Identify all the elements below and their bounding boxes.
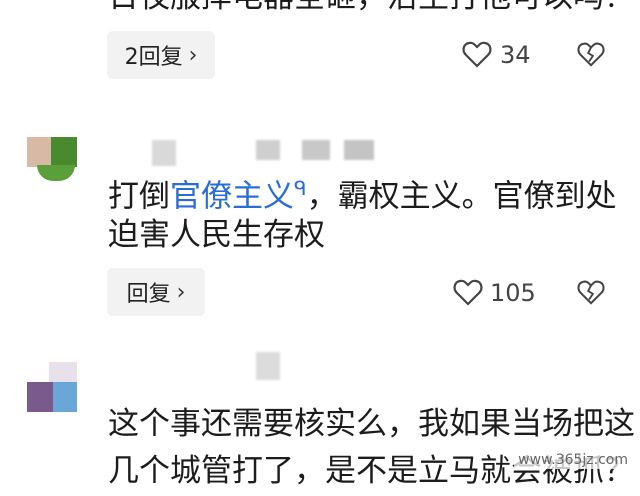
avatar[interactable] xyxy=(27,137,77,181)
comment-text-segment: 打倒 xyxy=(108,178,170,215)
topic-link[interactable]: 官僚主义 xyxy=(170,178,294,214)
like-count-1: 34 xyxy=(500,41,531,69)
comment-text-3-line1: 这个事还需要核实么，我如果当场把这 xyxy=(108,406,635,442)
reply-label: 回复 xyxy=(126,282,171,307)
comment-text-segment: ，霸权主义。官僚到处 xyxy=(306,178,617,215)
username-blurred xyxy=(302,140,330,160)
chevron-right-icon: › xyxy=(176,279,186,305)
username-blurred xyxy=(256,140,280,160)
dislike-icon[interactable] xyxy=(577,40,605,68)
avatar[interactable] xyxy=(27,362,77,412)
username-blurred xyxy=(256,352,280,380)
reply-label: 2回复 xyxy=(124,45,183,70)
like-count-2: 105 xyxy=(490,279,536,307)
comment-text-2-line2: 迫害人民生存权 xyxy=(108,217,325,253)
search-icon: ᑫ xyxy=(294,176,307,200)
reply-button-1[interactable]: 2回复 › xyxy=(107,31,215,79)
like-icon[interactable] xyxy=(453,278,483,306)
like-icon[interactable] xyxy=(462,40,492,68)
chevron-right-icon: › xyxy=(188,42,198,68)
dislike-icon[interactable] xyxy=(577,278,605,306)
comment-text-1: 日夜服摔电器全砸，治主打他可以吗？ xyxy=(108,0,635,22)
reply-button-2[interactable]: 回复 › xyxy=(107,268,205,316)
watermark: www.365jz.com xyxy=(514,448,632,469)
username-blurred xyxy=(344,140,374,160)
